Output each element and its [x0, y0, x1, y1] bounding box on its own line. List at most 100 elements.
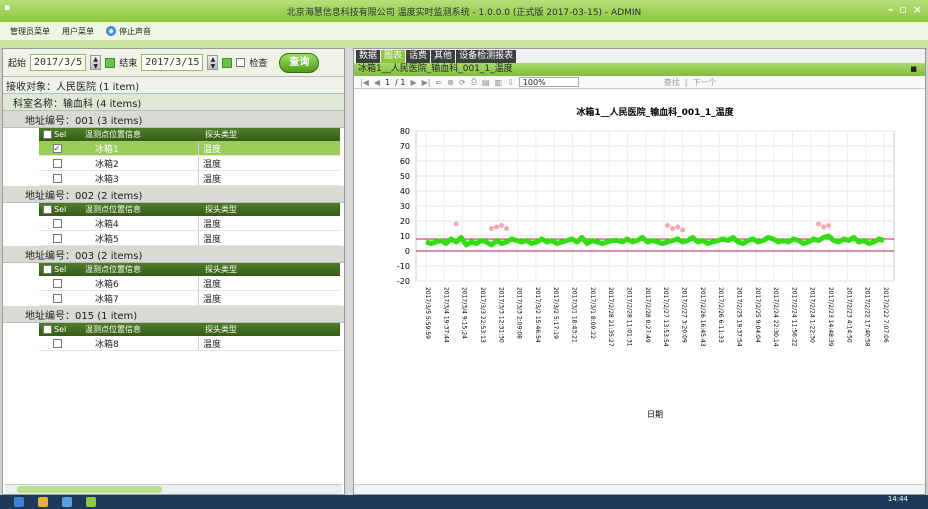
- page-total: / 1: [395, 77, 406, 87]
- row-select-cell[interactable]: [39, 173, 75, 183]
- close-button[interactable]: ×: [913, 3, 922, 16]
- row-checkbox[interactable]: [52, 293, 62, 303]
- stop-sound-button[interactable]: ◉ 停止声音: [106, 26, 151, 37]
- check-checkbox[interactable]: [236, 58, 246, 67]
- location-column-header[interactable]: 温测点位置信息: [75, 129, 199, 140]
- refresh-icon[interactable]: ⟳: [459, 78, 466, 87]
- zoom-select[interactable]: 100%: [518, 77, 579, 87]
- start-icon[interactable]: [14, 497, 24, 507]
- start-date-input[interactable]: 2017/3/5: [30, 54, 87, 71]
- next-page-icon[interactable]: ▶: [410, 78, 416, 87]
- stop-sound-label: 停止声音: [119, 26, 151, 36]
- probe-type-column-header[interactable]: 探头类型: [199, 264, 340, 275]
- find-next-link[interactable]: 下一个: [693, 77, 717, 88]
- browser-icon[interactable]: [62, 497, 72, 507]
- probe-type-column-header[interactable]: 探头类型: [199, 204, 340, 215]
- tree-recipient-group[interactable]: 接收对象：人民医院 (1 item): [3, 77, 344, 94]
- end-date-spinner[interactable]: ▲ ▼: [207, 55, 219, 70]
- select-all-checkbox[interactable]: [43, 130, 52, 139]
- location-column-header[interactable]: 温测点位置信息: [75, 264, 199, 275]
- report-title-bar: 冰箱1__人民医院_输血科_001_1_温度 ■: [354, 63, 925, 76]
- end-date-picker-icon[interactable]: [222, 57, 233, 68]
- select-all-checkbox[interactable]: [43, 265, 52, 274]
- back-icon[interactable]: ⇐: [435, 78, 442, 87]
- tab-2[interactable]: 话费: [406, 50, 431, 63]
- tree-address-group[interactable]: 地址编号：001 (3 items): [3, 111, 344, 128]
- table-row[interactable]: 冰箱5 温度: [39, 231, 340, 246]
- row-checkbox[interactable]: [52, 218, 62, 228]
- page-input[interactable]: 1: [385, 78, 390, 87]
- x-tick-label: 2017/3/1 18:43:21: [571, 287, 578, 343]
- maximize-button[interactable]: ▫: [899, 3, 906, 16]
- row-select-cell[interactable]: [39, 218, 75, 228]
- probe-type-column-header[interactable]: 探头类型: [199, 129, 340, 140]
- tree-horizontal-scrollbar[interactable]: [5, 484, 342, 494]
- x-axis-label: 日期: [647, 410, 663, 419]
- row-checkbox[interactable]: [52, 278, 62, 288]
- row-select-cell[interactable]: [39, 338, 75, 348]
- print-icon[interactable]: ⎙: [471, 77, 477, 87]
- table-header: Sel 温测点位置信息 探头类型: [39, 203, 340, 216]
- query-button[interactable]: 查询: [279, 52, 320, 73]
- explorer-icon[interactable]: [38, 497, 48, 507]
- sel-column-header[interactable]: Sel: [39, 325, 75, 334]
- stop-icon[interactable]: ⊗: [447, 78, 454, 87]
- row-checkbox[interactable]: [52, 233, 62, 243]
- menu-user[interactable]: 用户菜单: [62, 26, 94, 37]
- minimize-button[interactable]: –: [888, 3, 894, 16]
- report-horizontal-scrollbar[interactable]: [354, 484, 925, 494]
- table-row[interactable]: 冰箱7 温度: [39, 291, 340, 306]
- location-column-header[interactable]: 温测点位置信息: [75, 204, 199, 215]
- panel-splitter[interactable]: [345, 48, 353, 495]
- row-checkbox[interactable]: [52, 338, 62, 348]
- table-row[interactable]: ✓ 冰箱1 温度: [39, 141, 340, 156]
- table-row[interactable]: 冰箱6 温度: [39, 276, 340, 291]
- tree-dept-group[interactable]: 科室名称：输血科 (4 items): [3, 94, 344, 111]
- row-select-cell[interactable]: [39, 158, 75, 168]
- row-checkbox[interactable]: ✓: [52, 143, 62, 153]
- select-all-checkbox[interactable]: [43, 325, 52, 334]
- end-date-input[interactable]: 2017/3/15: [141, 54, 204, 71]
- report-close-icon[interactable]: ■: [910, 63, 917, 76]
- menu-admin[interactable]: 管理员菜单: [10, 26, 50, 37]
- find-link[interactable]: 查找: [664, 77, 680, 88]
- tab-4[interactable]: 设备检测报表: [456, 50, 517, 63]
- tab-1[interactable]: 图表: [381, 50, 406, 63]
- sel-column-header[interactable]: Sel: [39, 205, 75, 214]
- probe-type-column-header[interactable]: 探头类型: [199, 324, 340, 335]
- table-header: Sel 温测点位置信息 探头类型: [39, 323, 340, 336]
- row-select-cell[interactable]: [39, 293, 75, 303]
- prev-page-icon[interactable]: ◀: [374, 78, 380, 87]
- tab-3[interactable]: 其他: [431, 50, 456, 63]
- table-row[interactable]: 冰箱2 温度: [39, 156, 340, 171]
- start-date-picker-icon[interactable]: [105, 57, 116, 68]
- tab-0[interactable]: 数据: [356, 50, 381, 63]
- last-page-icon[interactable]: ▶|: [422, 78, 431, 87]
- start-date-spinner[interactable]: ▲ ▼: [90, 55, 102, 70]
- row-checkbox[interactable]: [52, 158, 62, 168]
- location-column-header[interactable]: 温测点位置信息: [75, 324, 199, 335]
- table-row[interactable]: 冰箱4 温度: [39, 216, 340, 231]
- table-row[interactable]: 冰箱8 温度: [39, 336, 340, 351]
- layout-icon[interactable]: ▤: [482, 78, 490, 87]
- tree-address-group[interactable]: 地址编号：002 (2 items): [3, 186, 344, 203]
- x-tick-label: 2017/2/26 6:11:33: [717, 287, 724, 343]
- sel-column-header[interactable]: Sel: [39, 130, 75, 139]
- app-task-icon[interactable]: [86, 497, 96, 507]
- tree-address-group[interactable]: 地址编号：003 (2 items): [3, 246, 344, 263]
- tree-address-group[interactable]: 地址编号：015 (1 item): [3, 306, 344, 323]
- row-select-cell[interactable]: [39, 233, 75, 243]
- x-tick-label: 2017/2/28 21:35:27: [607, 287, 614, 347]
- y-tick-label: 60: [400, 157, 410, 166]
- first-page-icon[interactable]: |◀: [360, 78, 369, 87]
- select-all-checkbox[interactable]: [43, 205, 52, 214]
- table-row[interactable]: 冰箱3 温度: [39, 171, 340, 186]
- sel-column-header[interactable]: Sel: [39, 265, 75, 274]
- device-name: 冰箱6: [75, 276, 199, 290]
- export-icon[interactable]: ⇩: [507, 78, 514, 87]
- row-select-cell[interactable]: ✓: [39, 143, 75, 153]
- probe-type: 温度: [203, 234, 222, 245]
- row-select-cell[interactable]: [39, 278, 75, 288]
- row-checkbox[interactable]: [52, 173, 62, 183]
- page-setup-icon[interactable]: ▥: [495, 78, 503, 87]
